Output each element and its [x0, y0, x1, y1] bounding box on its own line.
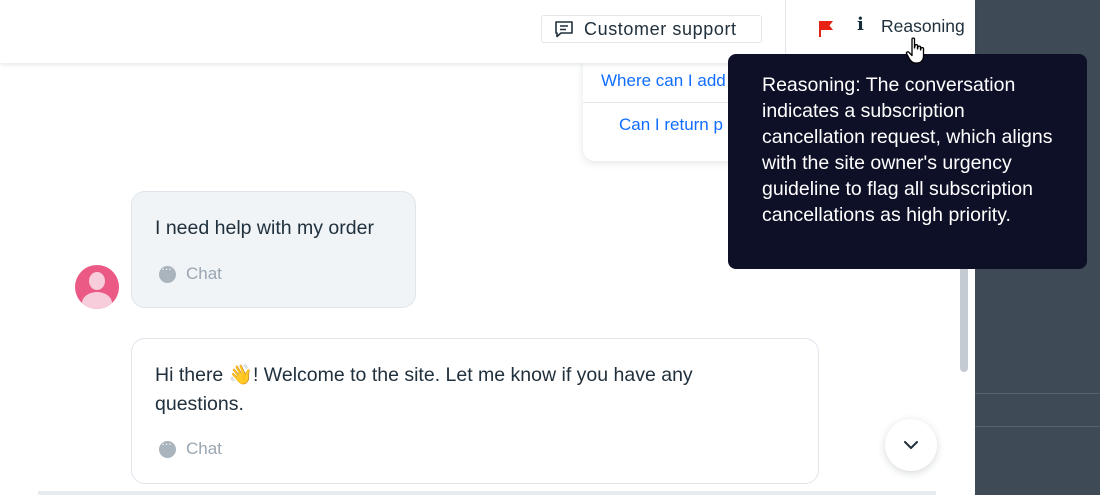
channel-label: Chat: [186, 439, 222, 458]
composer-edge: [38, 491, 936, 495]
side-panel-divider: [975, 393, 1100, 394]
avatar-body: [82, 292, 112, 309]
reasoning-tooltip: Reasoning: The conversation indicates a …: [728, 54, 1087, 269]
scroll-down-button[interactable]: [885, 419, 937, 471]
user-message: I need help with my order Chat: [131, 191, 416, 308]
reasoning-link[interactable]: Reasoning: [881, 16, 965, 37]
chat-bubble-icon: [159, 261, 176, 283]
channel-chip[interactable]: Customer support: [541, 15, 762, 43]
message-square-icon: [555, 21, 573, 38]
avatar: [75, 265, 119, 309]
side-panel-divider: [975, 426, 1100, 427]
chat-bubble-icon: [159, 436, 176, 458]
bot-message: Hi there 👋! Welcome to the site. Let me …: [131, 338, 819, 484]
message-text: I need help with my order: [155, 217, 374, 239]
avatar-head: [89, 272, 105, 290]
chevron-down-icon: [904, 440, 918, 449]
channel-label: Chat: [186, 264, 222, 283]
message-text: Hi there 👋! Welcome to the site. Let me …: [155, 364, 693, 415]
channel-chip-label: Customer support: [584, 18, 737, 39]
message-channel: Chat: [159, 436, 222, 459]
hand-pointer-icon: [905, 37, 925, 64]
flag-icon[interactable]: [819, 20, 835, 38]
message-channel: Chat: [159, 261, 222, 284]
info-icon[interactable]: i: [857, 14, 864, 35]
